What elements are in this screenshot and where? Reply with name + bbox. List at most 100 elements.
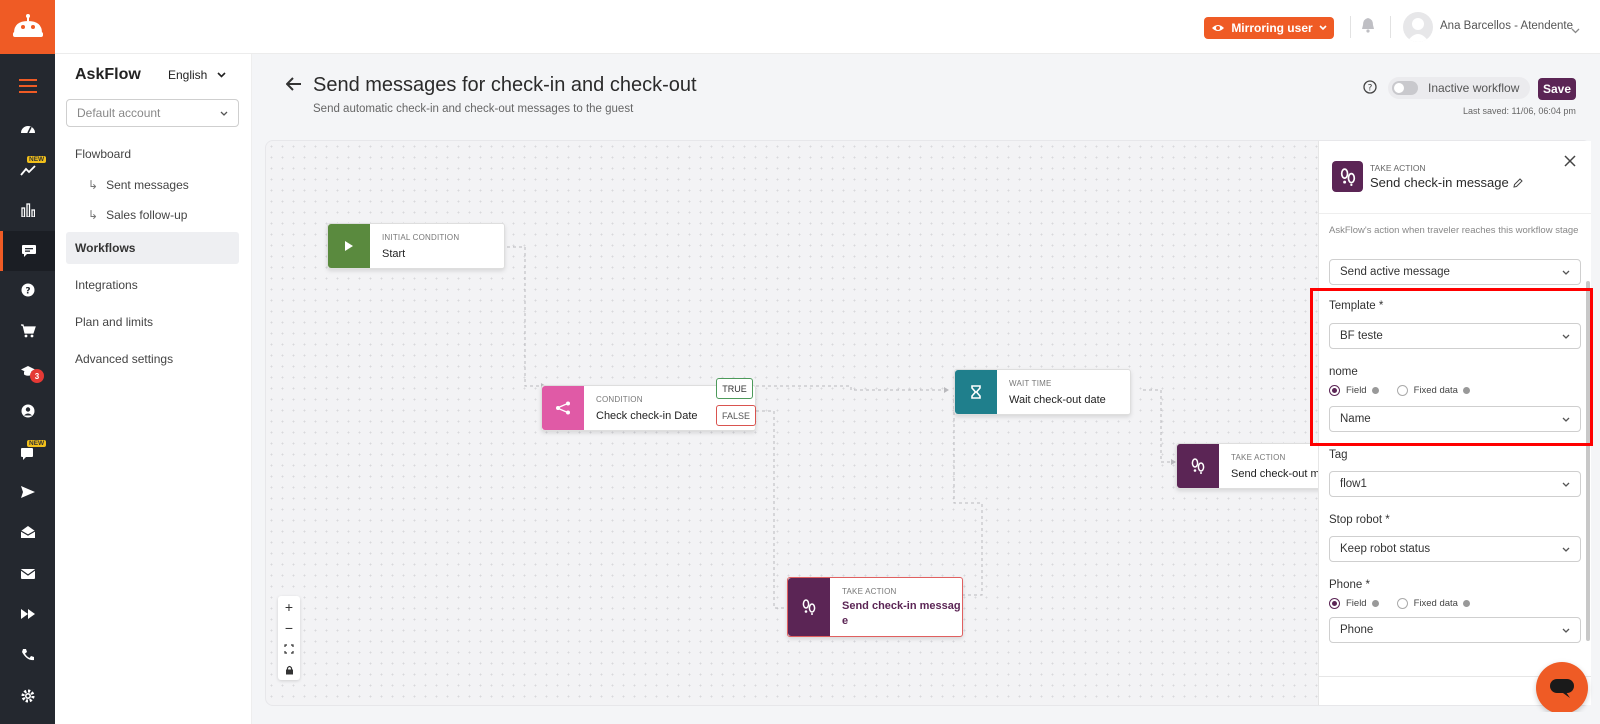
back-arrow-icon[interactable] xyxy=(285,77,302,96)
sidebar-item-label: Integrations xyxy=(75,278,138,292)
sidebar-item-integrations[interactable]: Integrations xyxy=(66,269,239,301)
panel-title-text: Send check-in message xyxy=(1370,175,1509,190)
node-type: WAIT TIME xyxy=(1009,379,1052,388)
user-name[interactable]: Ana Barcellos - Atendente xyxy=(1440,20,1573,32)
fit-view-icon[interactable] xyxy=(278,638,300,659)
zoom-out-icon[interactable]: − xyxy=(278,617,300,638)
divider xyxy=(1390,16,1391,38)
avatar[interactable] xyxy=(1403,12,1433,42)
phone-field-select-value: Phone xyxy=(1340,624,1374,636)
sidebar-item-flowboard[interactable]: Flowboard xyxy=(66,138,239,170)
account-select-value: Default account xyxy=(77,106,161,120)
dashboard-icon[interactable] xyxy=(0,108,55,148)
tag-label: Tag xyxy=(1329,449,1348,461)
divider xyxy=(1350,16,1351,38)
sidebar-item-workflows[interactable]: Workflows xyxy=(66,232,239,264)
eye-icon xyxy=(1212,25,1225,31)
info-icon[interactable] xyxy=(1371,599,1379,607)
panel-node-title[interactable]: Send check-in message xyxy=(1370,175,1523,190)
last-saved-text: Last saved: 11/06, 06:04 pm xyxy=(1463,106,1576,116)
graduation-cap-icon[interactable]: 3 xyxy=(0,351,55,391)
hourglass-icon xyxy=(955,370,997,414)
false-branch[interactable]: FALSE xyxy=(716,405,756,426)
sidebar-item-advanced-settings[interactable]: Advanced settings xyxy=(66,343,239,375)
tag-select-value: flow1 xyxy=(1340,478,1367,490)
toggle-switch[interactable] xyxy=(1392,81,1418,95)
help-icon[interactable]: ? xyxy=(0,270,55,310)
chevron-down-icon xyxy=(1562,270,1570,275)
node-name: Start xyxy=(382,248,406,260)
lock-icon[interactable] xyxy=(278,659,300,680)
bar-chart-icon[interactable] xyxy=(0,190,55,230)
chat-icon[interactable]: NEW xyxy=(0,434,55,474)
highlight-box xyxy=(1310,288,1593,446)
phone-field-select[interactable]: Phone xyxy=(1329,617,1581,643)
node-type: INITIAL CONDITION xyxy=(382,233,460,242)
mirroring-user-button[interactable]: Mirroring user xyxy=(1204,17,1334,39)
support-chat-button[interactable] xyxy=(1536,662,1588,714)
sub-arrow-icon: ↳ xyxy=(88,178,99,192)
bell-icon[interactable] xyxy=(1361,17,1375,38)
footprints-icon xyxy=(1332,161,1363,192)
phone-icon[interactable] xyxy=(0,635,55,675)
divider xyxy=(1319,213,1591,214)
node-type: CONDITION xyxy=(596,395,643,404)
language-select[interactable]: English xyxy=(168,68,226,82)
chevron-down-icon xyxy=(1562,628,1570,633)
top-bar: Mirroring user Ana Barcellos - Atendente xyxy=(0,0,1600,54)
node-wait-time[interactable]: WAIT TIME Wait check-out date xyxy=(954,369,1131,415)
gear-icon[interactable] xyxy=(0,676,55,716)
save-button[interactable]: Save xyxy=(1538,78,1576,100)
zoom-in-icon[interactable]: + xyxy=(278,596,300,617)
sidebar-item-plan-and-limits[interactable]: Plan and limits xyxy=(66,306,239,338)
mirroring-user-label: Mirroring user xyxy=(1231,21,1313,35)
stop-robot-select[interactable]: Keep robot status xyxy=(1329,536,1581,562)
question-icon[interactable]: ? xyxy=(1363,80,1377,99)
sidebar-item-sent-messages[interactable]: ↳ Sent messages xyxy=(66,169,239,201)
chevron-down-icon xyxy=(1562,482,1570,487)
workflow-chat-icon[interactable] xyxy=(0,231,55,271)
robot-logo-icon[interactable] xyxy=(0,0,55,54)
brand-name: AskFlow xyxy=(75,66,141,83)
send-icon[interactable] xyxy=(0,472,55,512)
menu-icon[interactable] xyxy=(0,66,55,106)
node-name-wrap: e xyxy=(842,615,849,627)
stop-robot-select-value: Keep robot status xyxy=(1340,543,1431,555)
tag-select[interactable]: flow1 xyxy=(1329,471,1581,497)
fixed-data-radio[interactable] xyxy=(1396,597,1408,609)
chevron-down-icon[interactable] xyxy=(1571,21,1580,39)
sidebar-item-sales-follow-up[interactable]: ↳ Sales follow-up xyxy=(66,199,239,231)
fast-forward-icon[interactable] xyxy=(0,594,55,634)
field-radio[interactable] xyxy=(1329,597,1340,609)
cart-icon[interactable] xyxy=(0,311,55,351)
close-icon[interactable] xyxy=(1564,154,1576,172)
sidebar-item-label: Sent messages xyxy=(106,178,189,192)
node-send-check-in[interactable]: TAKE ACTION Send check-in messag e xyxy=(787,577,963,637)
workflow-active-toggle[interactable]: Inactive workflow xyxy=(1388,77,1530,99)
footprints-icon xyxy=(1177,444,1219,488)
page-title: Send messages for check-in and check-out xyxy=(313,74,697,96)
action-select[interactable]: Send active message xyxy=(1329,259,1581,285)
trend-icon[interactable]: NEW xyxy=(0,150,55,190)
field-radio-label: Field xyxy=(1346,597,1367,609)
new-badge: NEW xyxy=(27,440,47,447)
action-select-value: Send active message xyxy=(1340,266,1450,278)
action-description: AskFlow's action when traveler reaches t… xyxy=(1329,225,1579,236)
user-icon[interactable] xyxy=(0,391,55,431)
page-subtitle: Send automatic check-in and check-out me… xyxy=(313,103,634,115)
sidebar: AskFlow English Default account Flowboar… xyxy=(55,54,252,724)
open-mail-icon[interactable] xyxy=(0,512,55,552)
chevron-down-icon xyxy=(1562,547,1570,552)
true-branch[interactable]: TRUE xyxy=(716,378,753,399)
svg-text:?: ? xyxy=(1368,84,1373,94)
mail-icon[interactable] xyxy=(0,554,55,594)
sub-arrow-icon: ↳ xyxy=(88,208,99,222)
node-type: TAKE ACTION xyxy=(842,587,897,596)
node-start[interactable]: INITIAL CONDITION Start xyxy=(327,223,505,269)
notification-count-badge: 3 xyxy=(30,369,44,383)
bottom-margin xyxy=(252,712,1600,724)
sidebar-item-label: Flowboard xyxy=(75,147,132,161)
info-icon[interactable] xyxy=(1462,599,1470,607)
pencil-icon[interactable] xyxy=(1513,177,1523,188)
account-select[interactable]: Default account xyxy=(66,99,239,127)
